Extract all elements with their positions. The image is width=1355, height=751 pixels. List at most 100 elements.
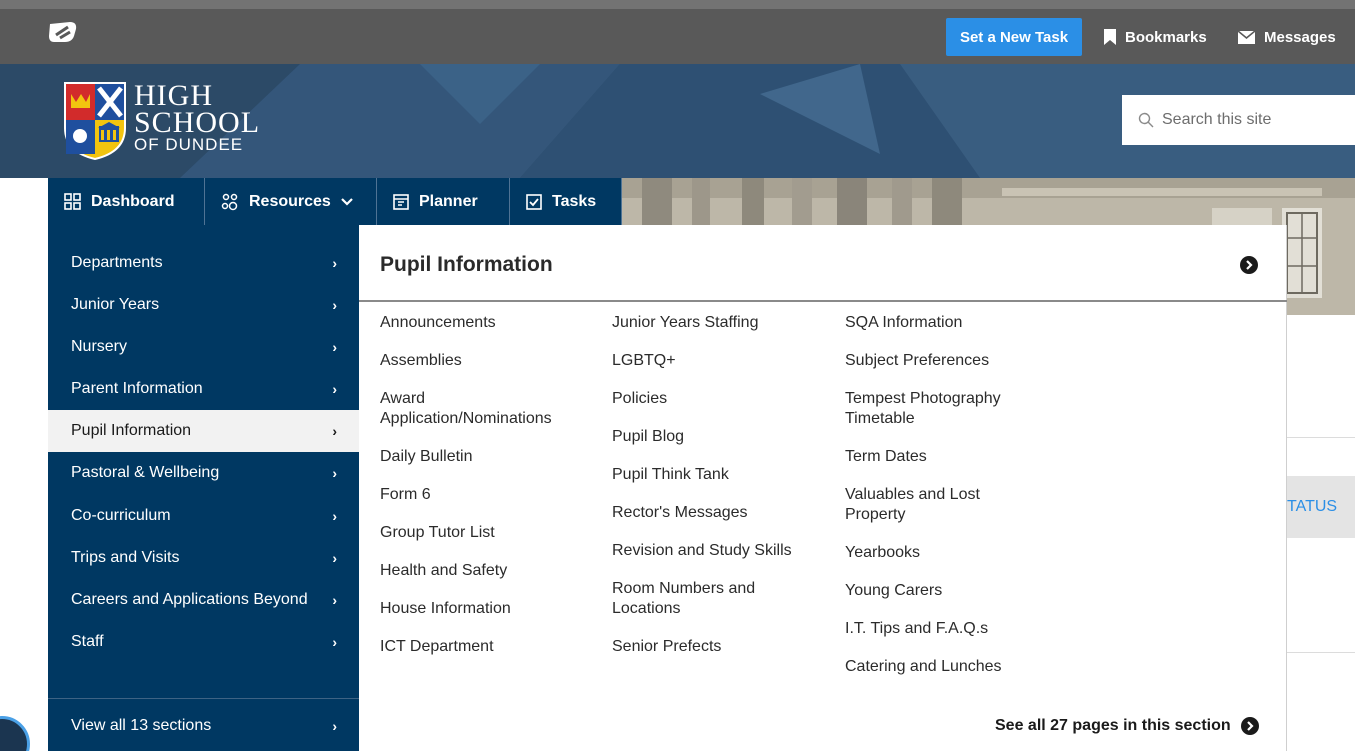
page-link[interactable]: Rector's Messages	[612, 503, 812, 523]
sidebar-item-co-curriculum[interactable]: Co-curriculum ›	[48, 495, 359, 537]
page-link[interactable]: ICT Department	[380, 637, 595, 657]
sidebar-item-departments[interactable]: Departments ›	[48, 242, 359, 284]
page-link[interactable]: Young Carers	[845, 581, 1045, 601]
page-link[interactable]: I.T. Tips and F.A.Q.s	[845, 619, 1045, 639]
background-divider	[1287, 437, 1355, 438]
sidebar-divider	[48, 698, 359, 699]
page-link[interactable]: Pupil Blog	[612, 427, 812, 447]
page-link[interactable]: Form 6	[380, 485, 595, 505]
page-link[interactable]: Group Tutor List	[380, 523, 595, 543]
sidebar-item-nursery[interactable]: Nursery ›	[48, 326, 359, 368]
sidebar-item-label: Departments	[71, 254, 163, 271]
links-column-2: Junior Years Staffing LGBTQ+ Policies Pu…	[612, 313, 812, 657]
resources-icon	[221, 193, 238, 210]
page-link[interactable]: Assemblies	[380, 351, 595, 371]
page-link[interactable]: Room Numbers and Locations	[612, 579, 782, 619]
site-search[interactable]	[1122, 95, 1355, 145]
school-crest-icon	[64, 82, 126, 160]
sidebar-item-label: Pastoral & Wellbeing	[71, 464, 220, 481]
sidebar-item-pupil-information[interactable]: Pupil Information ›	[48, 410, 359, 452]
sidebar-item-label: Trips and Visits	[71, 549, 180, 566]
page-link[interactable]: Award Application/Nominations	[380, 389, 595, 429]
page-link[interactable]: Valuables and Lost Property	[845, 485, 1005, 525]
planner-icon	[393, 193, 409, 210]
view-all-label: View all 13 sections	[71, 717, 212, 734]
messages-link[interactable]: Messages	[1238, 18, 1336, 56]
chevron-right-icon: ›	[332, 339, 337, 355]
sidebar-item-junior-years[interactable]: Junior Years ›	[48, 284, 359, 326]
page-link[interactable]: Health and Safety	[380, 561, 595, 581]
chevron-right-icon: ›	[332, 592, 337, 608]
page-link[interactable]: SQA Information	[845, 313, 1045, 333]
school-name-line1: HIGH	[134, 79, 213, 112]
set-new-task-button[interactable]: Set a New Task	[946, 18, 1082, 56]
page-link[interactable]: Yearbooks	[845, 543, 1045, 563]
sidebar-item-staff[interactable]: Staff ›	[48, 621, 359, 663]
chevron-right-icon: ›	[332, 381, 337, 397]
section-content: Pupil Information Announcements Assembli…	[359, 225, 1287, 751]
sidebar-item-label: Pupil Information	[71, 422, 192, 439]
sidebar-item-trips-visits[interactable]: Trips and Visits ›	[48, 537, 359, 579]
page-link[interactable]: Catering and Lunches	[845, 657, 1045, 677]
see-all-label: See all 27 pages in this section	[995, 717, 1231, 734]
nav-planner-label: Planner	[419, 192, 478, 210]
resources-mega-menu: Departments › Junior Years › Nursery › Pare…	[48, 225, 1287, 751]
checkbox-icon	[526, 193, 542, 210]
nav-tasks-label: Tasks	[552, 192, 597, 210]
section-header: Pupil Information	[359, 225, 1287, 302]
bookmarks-link[interactable]: Bookmarks	[1104, 18, 1207, 56]
page-link[interactable]: Term Dates	[845, 447, 1045, 467]
nav-dashboard[interactable]: Dashboard	[48, 178, 205, 225]
page-link[interactable]: Senior Prefects	[612, 637, 812, 657]
section-title[interactable]: Pupil Information	[380, 253, 553, 277]
page-link[interactable]: Revision and Study Skills	[612, 541, 812, 561]
bookmarks-label: Bookmarks	[1125, 28, 1207, 46]
see-all-pages-link[interactable]: See all 27 pages in this section	[995, 717, 1259, 735]
nav-resources-label: Resources	[249, 192, 331, 210]
school-logo[interactable]: HIGH SCHOOL OF DUNDEE	[64, 79, 286, 160]
circle-arrow-right-icon[interactable]	[1240, 256, 1258, 274]
section-sidebar: Departments › Junior Years › Nursery › Pare…	[48, 225, 359, 751]
floating-help-button[interactable]	[0, 716, 30, 751]
sidebar-item-label: Parent Information	[71, 380, 203, 397]
page-link[interactable]: Junior Years Staffing	[612, 313, 812, 333]
school-app-logo-icon[interactable]	[48, 20, 78, 44]
links-column-3: SQA Information Subject Preferences Temp…	[845, 313, 1045, 677]
sidebar-item-label: Nursery	[71, 338, 128, 355]
school-name: HIGH SCHOOL OF DUNDEE	[134, 79, 260, 154]
background-status-header: TATUS	[1287, 476, 1355, 538]
view-all-sections-link[interactable]: View all 13 sections ›	[48, 705, 359, 747]
messages-label: Messages	[1264, 28, 1336, 46]
chevron-right-icon: ›	[332, 634, 337, 650]
circle-arrow-right-icon	[1240, 717, 1259, 735]
search-input[interactable]	[1162, 111, 1342, 129]
main-nav: Dashboard Resources Planner Tasks	[48, 178, 622, 225]
bookmark-icon	[1104, 29, 1116, 45]
nav-planner[interactable]: Planner	[377, 178, 510, 225]
school-name-line3: OF DUNDEE	[134, 135, 244, 154]
sidebar-item-label: Staff	[71, 633, 104, 650]
background-divider	[1287, 652, 1355, 653]
page-link[interactable]: House Information	[380, 599, 595, 619]
top-bar: Set a New Task Bookmarks Messages	[0, 0, 1355, 64]
page-link[interactable]: Daily Bulletin	[380, 447, 595, 467]
page-link[interactable]: Subject Preferences	[845, 351, 1045, 371]
nav-tasks[interactable]: Tasks	[510, 178, 622, 225]
chevron-down-icon	[341, 197, 353, 206]
sidebar-item-pastoral-wellbeing[interactable]: Pastoral & Wellbeing ›	[48, 452, 359, 494]
page-link[interactable]: LGBTQ+	[612, 351, 812, 371]
page-link[interactable]: Pupil Think Tank	[612, 465, 812, 485]
page-link[interactable]: Tempest Photography Timetable	[845, 389, 1025, 429]
chevron-right-icon: ›	[332, 297, 337, 313]
sidebar-item-parent-information[interactable]: Parent Information ›	[48, 368, 359, 410]
nav-resources[interactable]: Resources	[205, 178, 377, 225]
chevron-right-icon: ›	[332, 255, 337, 271]
page-link[interactable]: Policies	[612, 389, 812, 409]
sidebar-item-careers[interactable]: Careers and Applications Beyond ›	[48, 579, 359, 621]
sidebar-item-label: Co-curriculum	[71, 507, 171, 524]
envelope-icon	[1238, 30, 1255, 44]
sidebar-item-label: Junior Years	[71, 296, 160, 313]
chevron-right-icon: ›	[332, 465, 337, 481]
grid-icon	[64, 193, 81, 210]
page-link[interactable]: Announcements	[380, 313, 595, 333]
